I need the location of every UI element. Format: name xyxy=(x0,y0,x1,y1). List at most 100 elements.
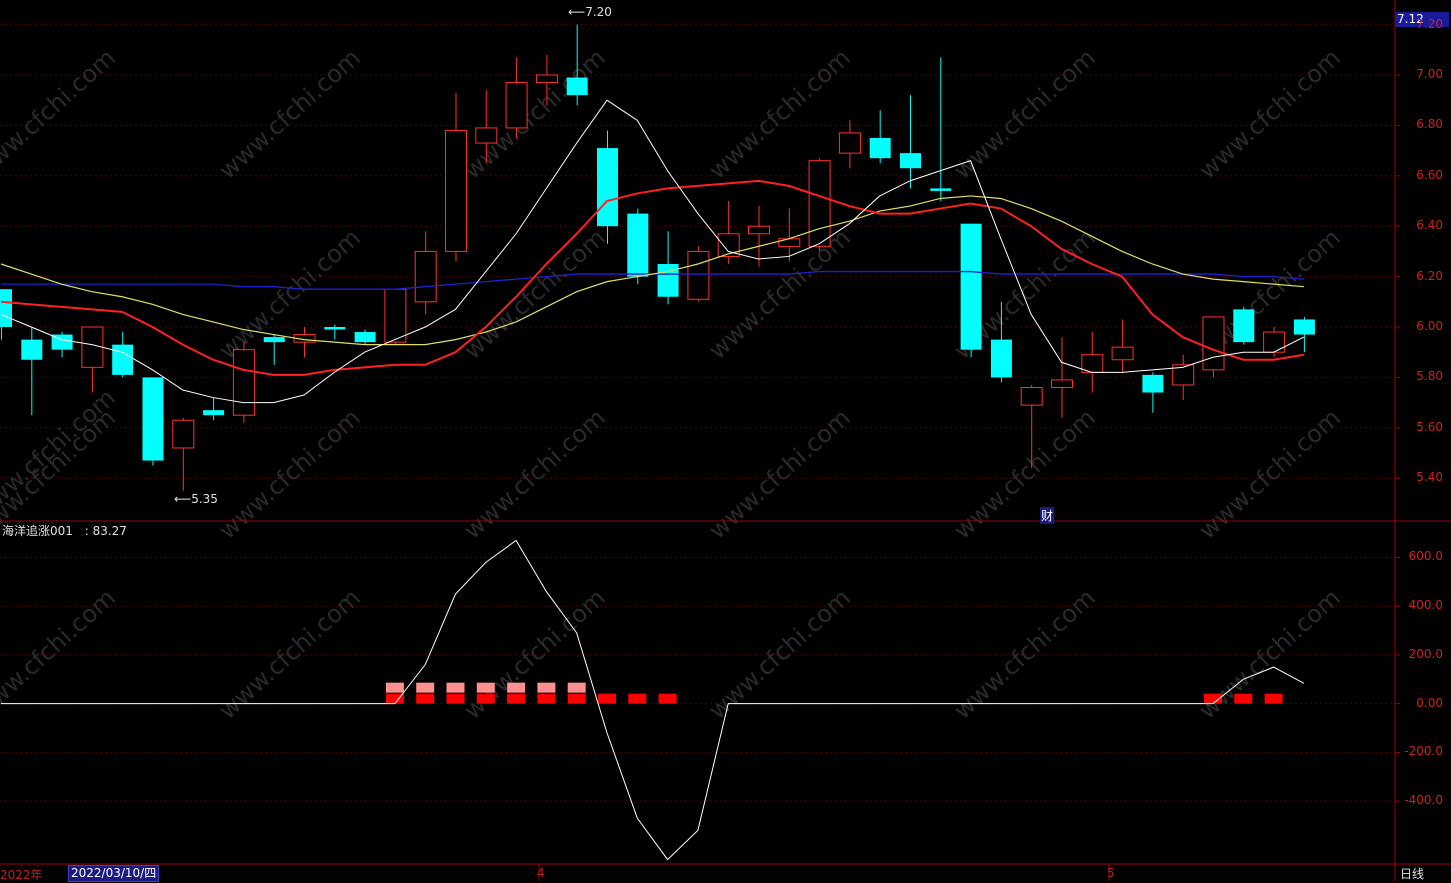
candle-body xyxy=(1020,386,1043,406)
high-annotation: ⟵7.20 xyxy=(568,5,612,19)
indicator-axis-label: 200.0 xyxy=(1408,646,1443,661)
candle xyxy=(445,92,467,262)
candle-body xyxy=(232,349,255,416)
candle-body xyxy=(990,339,1012,378)
candle-body xyxy=(21,339,43,360)
candle-body xyxy=(414,250,437,303)
signal-bar-red xyxy=(476,693,495,704)
candle xyxy=(324,324,346,340)
candle xyxy=(1081,332,1104,393)
candle-body xyxy=(597,148,618,227)
indicator-axis-label: 0.00 xyxy=(1416,695,1443,710)
candle-body xyxy=(81,326,104,368)
candle xyxy=(869,110,891,164)
signal-bar-red xyxy=(446,693,465,704)
price-axis-label: 5.80 xyxy=(1416,369,1443,384)
watermark: www.cfchi.com xyxy=(1193,43,1345,184)
candle-body xyxy=(1263,331,1286,353)
candle-body xyxy=(142,377,164,461)
signal-bar-red xyxy=(1234,693,1253,704)
high-value: 7.20 xyxy=(585,5,612,19)
signal-bar-red xyxy=(598,693,616,704)
watermark: www.cfchi.com xyxy=(0,43,121,184)
candle-body xyxy=(172,419,195,449)
candle-body xyxy=(0,289,12,327)
watermark: www.cfchi.com xyxy=(458,223,610,364)
candle-body xyxy=(535,74,558,84)
candle-body xyxy=(1293,319,1315,335)
signal-bar-pink xyxy=(446,682,465,693)
month-label-4: 4 xyxy=(537,866,545,880)
candle xyxy=(808,158,831,252)
price-axis-label: 6.20 xyxy=(1416,268,1443,283)
price-axis-label: 5.60 xyxy=(1416,419,1443,434)
candle xyxy=(627,208,649,285)
candle-body xyxy=(808,160,831,247)
candle-body xyxy=(1051,379,1073,388)
signal-bar-red xyxy=(658,693,677,704)
price-axis-label: 6.40 xyxy=(1416,218,1443,233)
signal-bar-red xyxy=(628,693,647,704)
candle xyxy=(1142,372,1164,413)
indicator-value: : 83.27 xyxy=(84,524,127,538)
candle xyxy=(203,397,225,421)
candle xyxy=(1172,354,1195,401)
candle-body xyxy=(263,337,285,343)
candle xyxy=(1263,327,1286,358)
indicator-line xyxy=(1,539,1305,861)
candle-body xyxy=(505,82,528,129)
indicator-axis-label: 400.0 xyxy=(1408,598,1443,613)
watermark: www.cfchi.com xyxy=(1193,403,1345,544)
price-axis-label: 6.80 xyxy=(1416,117,1443,132)
candle xyxy=(717,201,740,264)
candle xyxy=(930,57,952,201)
candle-body xyxy=(1142,374,1164,393)
candle xyxy=(900,95,921,189)
signal-bar-red xyxy=(537,693,556,704)
indicator-title: 海洋追涨001 : 83.27 xyxy=(2,522,135,539)
selected-date: 2022/03/10/四 xyxy=(68,865,160,882)
price-axis-label: 6.00 xyxy=(1416,319,1443,333)
watermark: www.cfchi.com xyxy=(213,223,365,364)
ma10-line xyxy=(0,179,1305,376)
candle xyxy=(838,120,861,169)
candle-body xyxy=(112,344,134,375)
candle xyxy=(81,326,104,393)
signal-bar-pink xyxy=(416,682,435,693)
candle-body xyxy=(1202,316,1225,371)
candle-body xyxy=(930,188,952,191)
signal-bar-red xyxy=(507,693,526,704)
candle xyxy=(1051,337,1073,418)
candle-body xyxy=(566,77,588,96)
price-axis-label: 6.60 xyxy=(1416,167,1443,182)
candle-body xyxy=(869,138,891,159)
candle-body xyxy=(324,327,346,330)
year-label: 2022年 xyxy=(0,868,43,882)
finance-marker[interactable]: 财 xyxy=(1040,507,1055,524)
watermark: www.cfchi.com xyxy=(213,43,365,184)
low-value: 5.35 xyxy=(191,492,218,506)
candle-body xyxy=(748,225,770,235)
candle xyxy=(293,327,316,358)
indicator-axis-label: -400.0 xyxy=(1404,793,1443,808)
chart-canvas[interactable]: www.cfchi.com www.cfchi.com www.cfchi.com w… xyxy=(0,0,1451,881)
month-label-5: 5 xyxy=(1107,866,1115,880)
signal-bar-red xyxy=(416,693,435,704)
candle-body xyxy=(687,250,710,300)
signal-bar-pink xyxy=(507,682,526,693)
candle-body xyxy=(384,288,407,343)
period-tab-daily[interactable]: 日线 xyxy=(1400,865,1424,882)
candle-body xyxy=(657,264,679,297)
candle-body xyxy=(203,410,225,416)
candle-body xyxy=(445,129,467,252)
candle xyxy=(505,57,528,138)
candle xyxy=(112,332,134,378)
price-axis-label: 7.00 xyxy=(1416,67,1443,81)
candle-body xyxy=(900,153,921,169)
watermark: www.cfchi.com xyxy=(703,43,855,184)
price-axis-label: 5.40 xyxy=(1416,470,1443,485)
candle xyxy=(142,377,164,466)
candle xyxy=(597,130,618,244)
watermark: www.cfchi.com xyxy=(213,403,365,544)
watermark: www.cfchi.com xyxy=(703,403,855,544)
